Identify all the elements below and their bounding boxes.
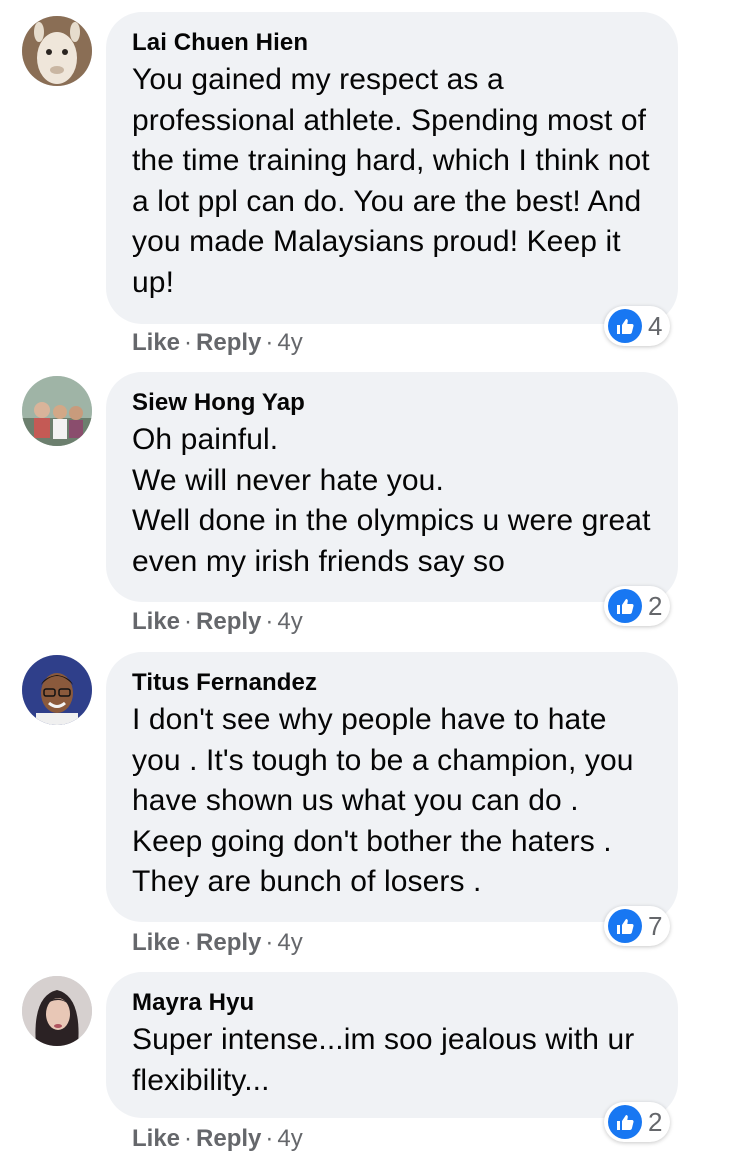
comment-author[interactable]: Mayra Hyu (132, 988, 654, 1018)
comment-text: I don't see why people have to hate you … (132, 703, 634, 898)
group-photo-avatar-icon (22, 376, 92, 446)
llama-avatar-icon (22, 16, 92, 86)
comment-age[interactable]: 4y (277, 1125, 302, 1152)
like-button[interactable]: Like (132, 1125, 180, 1152)
comment-author[interactable]: Titus Fernandez (132, 668, 654, 698)
like-icon (608, 1105, 642, 1139)
comment-actions: Like · Reply · 4y (132, 928, 303, 958)
comment-age[interactable]: 4y (277, 929, 302, 956)
like-button[interactable]: Like (132, 929, 180, 956)
comment-age[interactable]: 4y (277, 329, 302, 356)
like-icon (608, 909, 642, 943)
comment-bubble: Titus Fernandez I don't see why people h… (106, 652, 678, 922)
woman-portrait-avatar-icon (22, 976, 92, 1046)
man-glasses-avatar-icon (22, 655, 92, 725)
comment-actions: Like · Reply · 4y (132, 607, 303, 637)
comment-text: You gained my respect as a professional … (132, 63, 650, 299)
like-icon (608, 589, 642, 623)
comment-age[interactable]: 4y (277, 608, 302, 635)
separator-dot: · (265, 329, 274, 356)
avatar[interactable] (22, 976, 92, 1046)
avatar[interactable] (22, 16, 92, 86)
separator-dot: · (184, 608, 193, 635)
reaction-count: 2 (648, 590, 663, 621)
comment-author[interactable]: Lai Chuen Hien (132, 28, 654, 58)
comment-bubble: Lai Chuen Hien You gained my respect as … (106, 12, 678, 324)
comment-actions: Like · Reply · 4y (132, 328, 303, 358)
separator-dot: · (184, 929, 193, 956)
like-icon (608, 309, 642, 343)
comment-text: Super intense...im soo jealous with ur f… (132, 1023, 635, 1097)
reaction-summary[interactable]: 7 (604, 906, 671, 946)
separator-dot: · (265, 1125, 274, 1152)
separator-dot: · (265, 929, 274, 956)
like-button[interactable]: Like (132, 608, 180, 635)
separator-dot: · (184, 1125, 193, 1152)
reply-button[interactable]: Reply (196, 329, 261, 356)
reply-button[interactable]: Reply (196, 608, 261, 635)
comment-bubble: Mayra Hyu Super intense...im soo jealous… (106, 972, 678, 1118)
reaction-summary[interactable]: 2 (604, 1102, 671, 1142)
avatar[interactable] (22, 655, 92, 725)
comment-actions: Like · Reply · 4y (132, 1124, 303, 1154)
reaction-count: 7 (648, 910, 663, 941)
reaction-summary[interactable]: 2 (604, 586, 671, 626)
like-button[interactable]: Like (132, 329, 180, 356)
comment-text: Oh painful. We will never hate you. Well… (132, 423, 651, 578)
comment-bubble: Siew Hong Yap Oh painful. We will never … (106, 372, 678, 602)
reaction-summary[interactable]: 4 (604, 306, 671, 346)
separator-dot: · (265, 608, 274, 635)
reaction-count: 4 (648, 310, 663, 341)
reaction-count: 2 (648, 1106, 663, 1137)
reply-button[interactable]: Reply (196, 929, 261, 956)
separator-dot: · (184, 329, 193, 356)
comment-author[interactable]: Siew Hong Yap (132, 388, 654, 418)
reply-button[interactable]: Reply (196, 1125, 261, 1152)
avatar[interactable] (22, 376, 92, 446)
